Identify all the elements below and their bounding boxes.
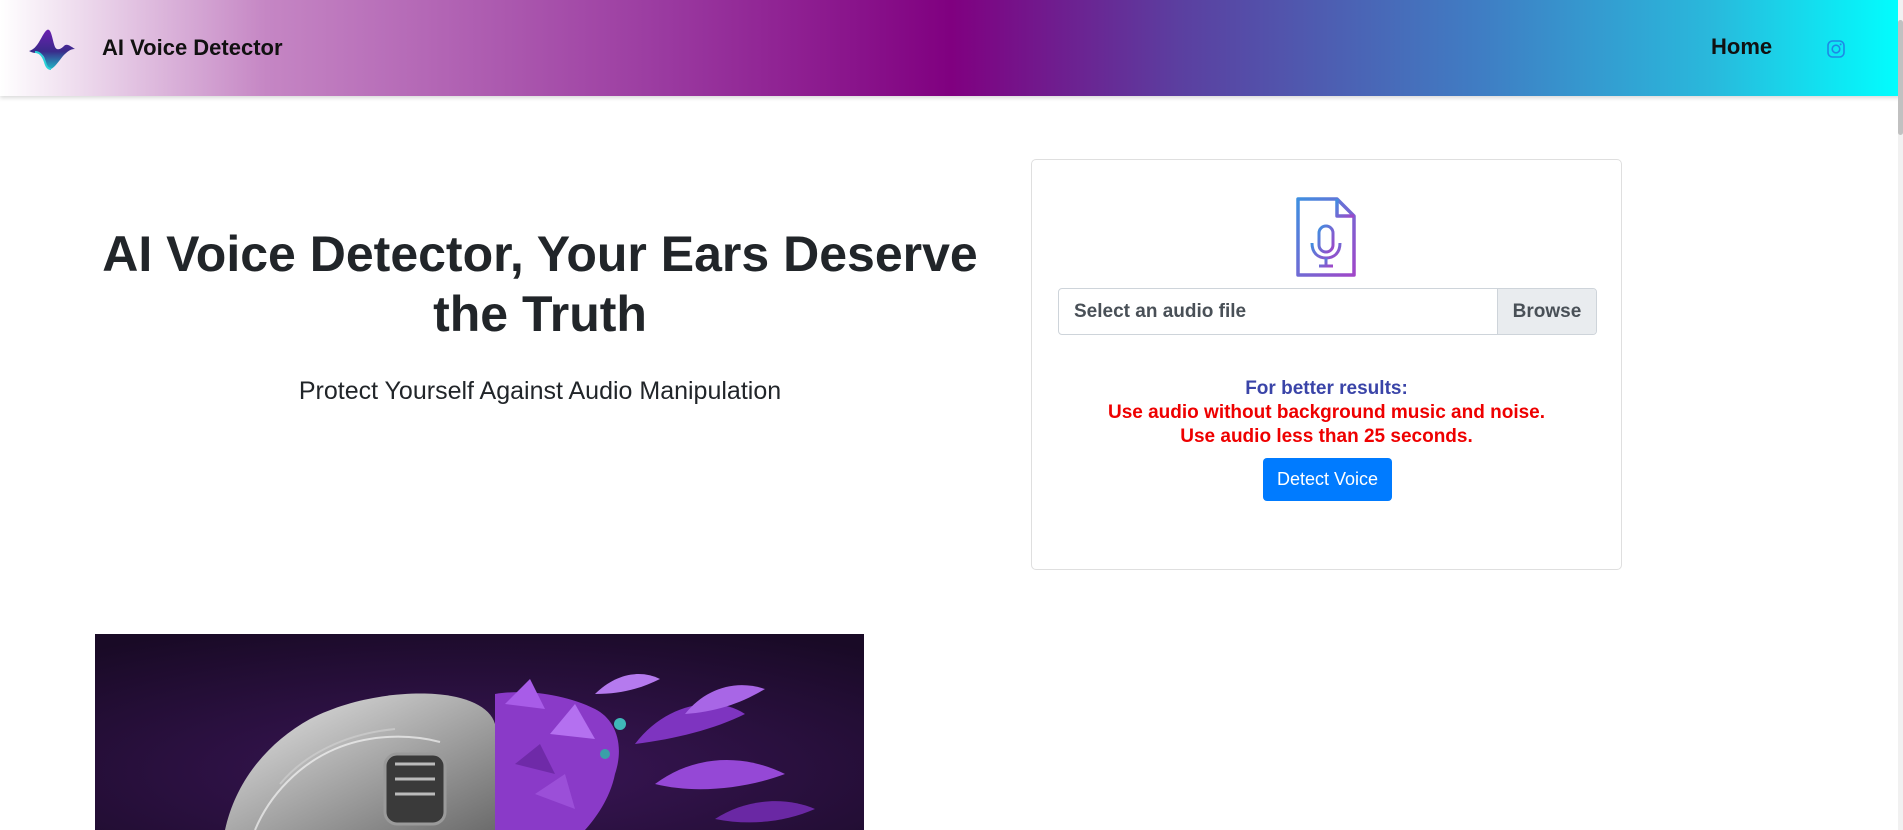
upload-card: Select an audio file Browse For better r… <box>1031 159 1622 570</box>
file-input-label[interactable]: Select an audio file <box>1059 289 1497 334</box>
browse-button[interactable]: Browse <box>1497 289 1596 334</box>
instagram-icon[interactable] <box>1827 40 1845 58</box>
tips-heading: For better results: <box>1245 378 1408 399</box>
brand-logo-icon <box>29 29 75 70</box>
tip-audio-length: Use audio less than 25 seconds. <box>1180 426 1473 447</box>
brand-title: AI Voice Detector <box>102 35 283 60</box>
navbar: AI Voice Detector Home <box>0 0 1903 96</box>
nav-home-link[interactable]: Home <box>1711 34 1772 60</box>
audio-file-input[interactable]: Select an audio file Browse <box>1058 288 1597 335</box>
hero-illustration <box>95 634 864 830</box>
tip-no-background-noise: Use audio without background music and n… <box>1107 402 1546 423</box>
tips-block: For better results: Use audio without ba… <box>1032 377 1621 449</box>
hero-subtitle: Protect Yourself Against Audio Manipulat… <box>298 377 782 405</box>
audio-file-icon <box>1296 197 1356 277</box>
hero-illustration-art <box>95 634 864 830</box>
page-scrollbar[interactable] <box>1898 0 1903 830</box>
scrollbar-thumb[interactable] <box>1898 20 1903 135</box>
brand-link[interactable]: AI Voice Detector <box>26 22 283 74</box>
detect-voice-button[interactable]: Detect Voice <box>1263 458 1392 501</box>
hero-title: AI Voice Detector, Your Ears Deserve the… <box>102 226 978 342</box>
